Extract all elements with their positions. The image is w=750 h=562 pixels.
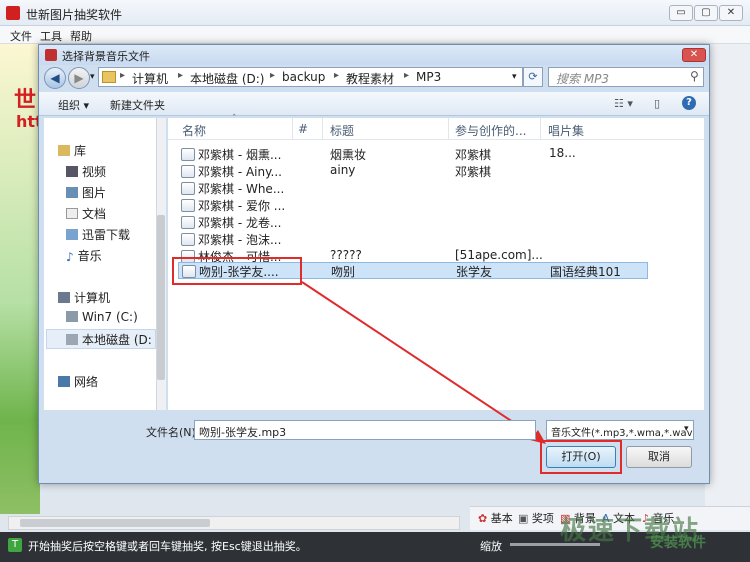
filename-label: 文件名(N): — [146, 426, 200, 439]
highlight-box-open — [540, 440, 622, 474]
filename-input[interactable]: 吻别-张学友.mp3 — [194, 420, 536, 440]
filetype-dropdown-icon[interactable]: ▾ — [684, 424, 689, 434]
filetype-select[interactable]: 音乐文件(*.mp3,*.wma,*.wav,* — [546, 420, 694, 440]
cancel-button[interactable]: 取消 — [626, 446, 692, 468]
filetype-value: 音乐文件(*.mp3,*.wma,*.wav,* — [551, 428, 694, 439]
annotation-arrow — [301, 281, 546, 444]
